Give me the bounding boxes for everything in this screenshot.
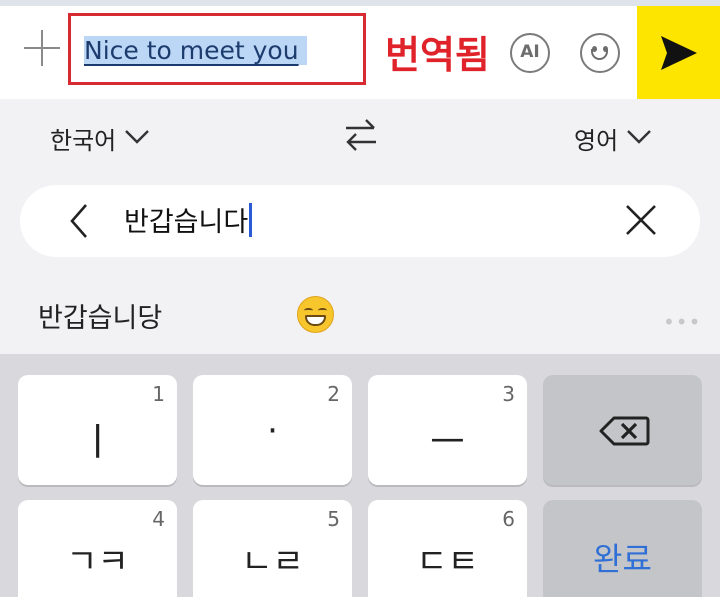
grin-eye-right (318, 308, 327, 313)
done-label: 완료 (593, 540, 652, 578)
suggestion-word[interactable]: 반갑습니당 (38, 296, 162, 335)
key-2[interactable]: 2 · (193, 375, 352, 485)
translation-input-value: 반갑습니다 (124, 207, 249, 238)
key-glyph: ㄷㅌ (416, 542, 479, 582)
backspace-key[interactable] (543, 375, 702, 485)
key-glyph: ㅡ (430, 420, 465, 464)
plus-icon[interactable] (22, 28, 62, 68)
message-input[interactable]: Nice to meet you (68, 13, 366, 85)
grin-mouth (305, 315, 326, 326)
source-language-label: 한국어 (50, 127, 117, 155)
done-key[interactable]: 완료 (543, 500, 702, 597)
chevron-down-icon (626, 123, 652, 151)
ai-icon[interactable]: AI (510, 33, 550, 73)
target-language-label: 영어 (574, 127, 619, 155)
source-language-select[interactable]: 한국어 (50, 121, 150, 156)
swap-icon[interactable] (344, 118, 378, 156)
key-3[interactable]: 3 ㅡ (368, 375, 527, 485)
key-glyph: ㄱㅋ (66, 542, 129, 582)
key-1[interactable]: 1 ㅣ (18, 375, 177, 485)
key-6[interactable]: 6 ㄷㅌ (368, 500, 527, 597)
key-number: 5 (327, 507, 340, 531)
key-number: 2 (327, 382, 340, 406)
translation-input-text: 반갑습니다 (124, 203, 253, 241)
key-number: 6 (502, 507, 515, 531)
grinning-emoji-icon[interactable] (297, 296, 334, 333)
emoji-mouth (591, 49, 608, 60)
more-icon[interactable]: ••• (663, 310, 701, 334)
translation-input[interactable] (20, 185, 700, 257)
key-glyph: · (267, 411, 278, 451)
target-language-select[interactable]: 영어 (574, 121, 652, 156)
key-glyph: ㅣ (80, 420, 115, 464)
key-glyph: ㄴㄹ (241, 542, 304, 582)
send-icon (661, 36, 697, 70)
text-caret (249, 203, 253, 237)
key-4[interactable]: 4 ㄱㅋ (18, 500, 177, 597)
back-icon[interactable] (68, 203, 90, 243)
clear-icon[interactable] (624, 203, 658, 241)
key-number: 1 (152, 382, 165, 406)
translated-label: 번역됨 (385, 33, 490, 77)
key-5[interactable]: 5 ㄴㄹ (193, 500, 352, 597)
key-number: 3 (502, 382, 515, 406)
key-number: 4 (152, 507, 165, 531)
message-text: Nice to meet you (84, 36, 307, 65)
grin-eye-left (304, 308, 313, 313)
chevron-down-icon (124, 123, 150, 151)
send-button[interactable] (637, 6, 720, 99)
backspace-icon (599, 416, 650, 446)
emoji-icon[interactable] (580, 33, 620, 73)
